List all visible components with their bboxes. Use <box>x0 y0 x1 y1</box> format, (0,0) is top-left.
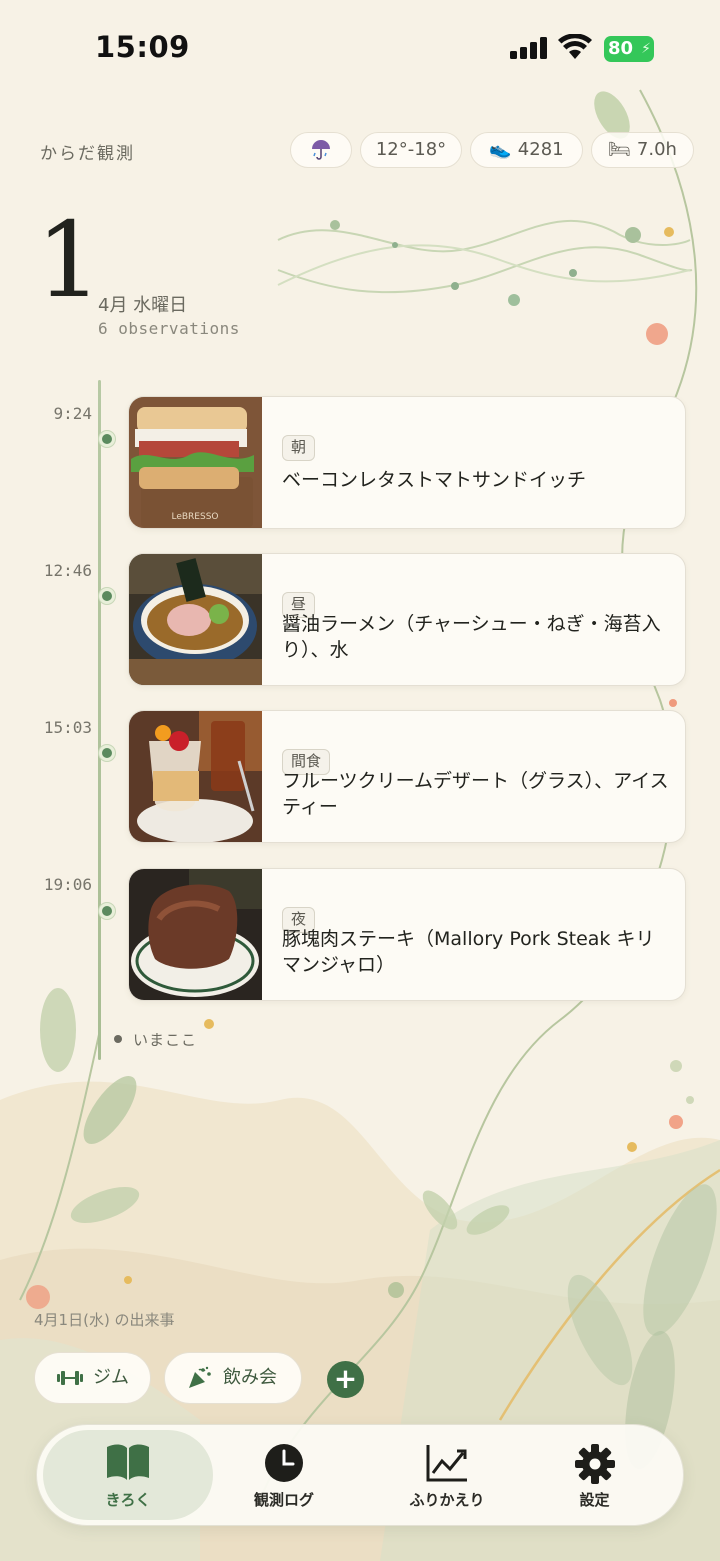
book-icon <box>107 1444 149 1480</box>
meal-card-snack[interactable]: 間食 フルーツクリームデザート（グラス）、アイスティー <box>128 710 686 843</box>
meal-time: 15:03 <box>43 718 92 737</box>
gear-icon <box>574 1444 615 1484</box>
tab-label: 観測ログ <box>253 1491 314 1509</box>
sandwich-photo: LeBRESSO <box>129 397 262 528</box>
meal-time: 19:06 <box>43 875 92 894</box>
timeline-line <box>98 380 101 1060</box>
timeline-dot <box>99 431 115 447</box>
meal-card-dinner[interactable]: 夜 豚塊肉ステーキ（Mallory Pork Steak キリマンジャロ） <box>128 868 686 1001</box>
day-number: 1 <box>36 199 103 321</box>
chart-line-icon <box>426 1445 467 1482</box>
battery-indicator: 80 ⚡ <box>604 36 654 62</box>
meal-name: ベーコンレタストマトサンドイッチ <box>282 469 587 491</box>
wifi-icon <box>558 34 592 59</box>
steak-photo <box>129 869 262 1000</box>
clock-icon <box>265 1444 303 1482</box>
meal-name: フルーツクリームデザート（グラス）、アイスティー <box>282 770 669 818</box>
add-event-button[interactable]: + <box>327 1361 364 1398</box>
event-chip-party[interactable]: 飲み会 <box>164 1352 302 1404</box>
dessert-photo <box>129 711 262 842</box>
tab-label: 設定 <box>579 1491 610 1509</box>
tab-label: きろく <box>105 1491 151 1509</box>
tab-settings[interactable]: 設定 <box>527 1425 662 1525</box>
meal-time: 9:24 <box>53 404 92 423</box>
tab-bar: きろく 観測ログ ふりかえり 設定 <box>36 1424 684 1526</box>
sneaker-icon: 👟 <box>489 139 512 160</box>
meal-card-breakfast[interactable]: LeBRESSO 朝 ベーコンレタストマトサンドイッチ <box>128 396 686 529</box>
tab-review[interactable]: ふりかえり <box>367 1425 527 1525</box>
meal-name: 豚塊肉ステーキ（Mallory Pork Steak キリマンジャロ） <box>282 928 655 976</box>
meal-name: 醤油ラーメン（チャーシュー・ねぎ・海苔入り）、水 <box>282 613 661 661</box>
event-label: ジム <box>93 1367 129 1388</box>
steps-chip[interactable]: 👟 4281 <box>470 132 583 168</box>
weather-chip[interactable] <box>290 132 352 168</box>
timeline-dot <box>99 903 115 919</box>
temperature-value: 12°-18° <box>375 139 447 160</box>
sleep-chip[interactable]: 🛏 7.0h <box>591 132 694 168</box>
tab-record[interactable]: きろく <box>43 1430 213 1520</box>
status-time: 15:09 <box>95 30 190 64</box>
cellular-signal-icon <box>510 37 547 59</box>
observation-count: 6 observations <box>98 319 240 338</box>
party-popper-icon <box>189 1366 211 1388</box>
svg-text:LeBRESSO: LeBRESSO <box>171 512 218 522</box>
timeline-dot <box>99 588 115 604</box>
event-label: 飲み会 <box>223 1367 277 1388</box>
events-date-label: 4月1日(水) の出来事 <box>34 1311 175 1329</box>
bed-icon: 🛏 <box>608 139 631 160</box>
date-label: 4月 水曜日 <box>98 295 188 316</box>
tab-observation-log[interactable]: 観測ログ <box>209 1425 359 1525</box>
tab-label: ふりかえり <box>409 1491 485 1509</box>
sleep-value: 7.0h <box>636 139 677 160</box>
charging-bolt-icon: ⚡ <box>641 41 651 57</box>
now-label: いまここ <box>133 1031 198 1049</box>
dumbbell-icon <box>57 1371 83 1385</box>
ramen-photo <box>129 554 262 685</box>
meal-time: 12:46 <box>43 561 92 580</box>
temperature-chip[interactable]: 12°-18° <box>360 132 462 168</box>
battery-level: 80 <box>608 38 634 59</box>
meal-tag: 朝 <box>282 435 316 461</box>
steps-value: 4281 <box>517 139 564 160</box>
umbrella-rain-icon <box>312 140 330 160</box>
meal-card-lunch[interactable]: 昼 醤油ラーメン（チャーシュー・ねぎ・海苔入り）、水 <box>128 553 686 686</box>
status-bar: 15:09 80 ⚡ <box>0 0 720 100</box>
event-chip-gym[interactable]: ジム <box>34 1352 151 1404</box>
app-title: からだ観測 <box>40 144 135 164</box>
now-marker <box>114 1035 122 1043</box>
timeline-dot <box>99 745 115 761</box>
